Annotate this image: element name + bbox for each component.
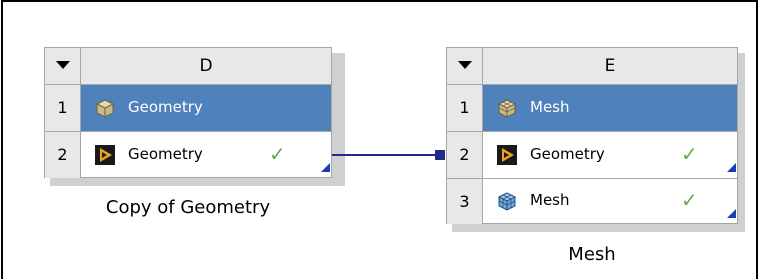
cell-label: Mesh: [530, 191, 570, 209]
cell-row[interactable]: 2 Geometry ✓: [447, 132, 737, 178]
mesh-cell-icon: [497, 192, 517, 211]
link-endpoint-icon: [435, 150, 445, 160]
cell-row[interactable]: 2 Geometry ✓: [45, 132, 331, 178]
cell-row[interactable]: 1 Mesh: [447, 85, 737, 131]
cell-geometry[interactable]: Geometry ✓: [81, 132, 331, 178]
system-menu-button[interactable]: [447, 48, 483, 84]
geometry-cell-icon: [95, 145, 115, 165]
cell-geometry-system[interactable]: Geometry: [81, 85, 331, 131]
system-menu-button[interactable]: [45, 48, 81, 84]
system-e-header: E: [447, 48, 737, 84]
corner-indicator-icon: [727, 163, 736, 172]
row-number: 3: [447, 179, 483, 224]
cell-label: Geometry: [128, 145, 203, 163]
system-d-header: D: [45, 48, 331, 84]
system-e[interactable]: E 1 Mesh 2 Geometry ✓ 3 Mesh ✓: [446, 47, 738, 224]
system-d[interactable]: D 1 Geometry 2 Geometry ✓: [44, 47, 332, 178]
check-icon: ✓: [681, 188, 698, 212]
dropdown-arrow-icon: [56, 61, 70, 69]
corner-indicator-icon: [727, 209, 736, 218]
row-number: 2: [45, 132, 81, 178]
cell-geometry[interactable]: Geometry ✓: [483, 132, 737, 178]
link-connector: [332, 154, 440, 156]
system-caption[interactable]: Copy of Geometry: [44, 197, 332, 218]
geometry-block-icon: [95, 99, 115, 118]
row-number: 2: [447, 132, 483, 178]
system-letter: D: [81, 48, 331, 84]
cell-label: Geometry: [530, 145, 605, 163]
corner-indicator-icon: [321, 163, 330, 172]
check-icon: ✓: [269, 142, 286, 166]
row-number: 1: [447, 85, 483, 131]
mesh-block-icon: [497, 99, 517, 118]
cell-label: Mesh: [530, 98, 570, 116]
check-icon: ✓: [681, 142, 698, 166]
cell-mesh[interactable]: Mesh ✓: [483, 179, 737, 224]
cell-row[interactable]: 1 Geometry: [45, 85, 331, 131]
dropdown-arrow-icon: [458, 61, 472, 69]
system-caption[interactable]: Mesh: [446, 244, 738, 265]
cell-row[interactable]: 3 Mesh ✓: [447, 179, 737, 224]
cell-mesh-system[interactable]: Mesh: [483, 85, 737, 131]
geometry-cell-icon: [497, 145, 517, 165]
cell-label: Geometry: [128, 98, 203, 116]
row-number: 1: [45, 85, 81, 131]
system-letter: E: [483, 48, 737, 84]
